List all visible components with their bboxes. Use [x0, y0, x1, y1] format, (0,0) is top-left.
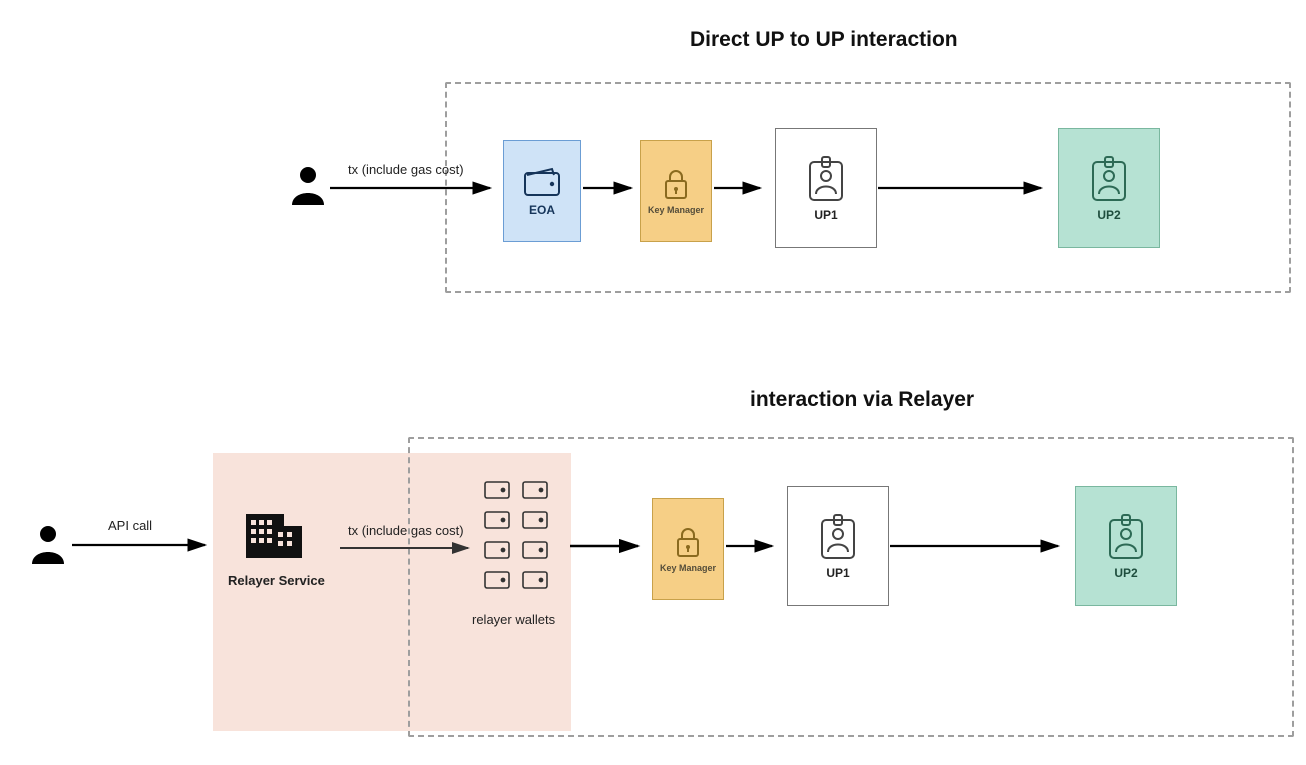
- node-up2-top: UP2: [1058, 128, 1160, 248]
- title-top: Direct UP to UP interaction: [690, 28, 958, 52]
- node-up2-label-bottom: UP2: [1114, 566, 1137, 580]
- id-badge-icon: [1087, 154, 1131, 204]
- user-icon: [30, 524, 66, 566]
- arrow-relayer-wallets: [340, 543, 480, 563]
- id-badge-icon: [804, 154, 848, 204]
- node-km-label-top: Key Manager: [648, 205, 704, 215]
- lock-icon: [673, 525, 703, 559]
- wallet-icon: [483, 478, 553, 606]
- lock-icon: [661, 167, 691, 201]
- relayer-service-label: Relayer Service: [228, 573, 325, 588]
- node-key-manager-top: Key Manager: [640, 140, 712, 242]
- node-eoa-label: EOA: [529, 203, 555, 217]
- node-km-label-bottom: Key Manager: [660, 563, 716, 573]
- arrow-km-up1-bottom: [726, 541, 784, 561]
- node-eoa: EOA: [503, 140, 581, 242]
- node-up1-label-top: UP1: [814, 208, 837, 222]
- node-up1-top: UP1: [775, 128, 877, 248]
- arrow-up1-up2-top: [878, 183, 1053, 203]
- diagram-canvas: Direct UP to UP interaction tx (include …: [0, 0, 1306, 765]
- node-up2-bottom: UP2: [1075, 486, 1177, 606]
- relayer-wallets-label: relayer wallets: [472, 612, 555, 627]
- building-icon: [244, 508, 306, 566]
- arrow-wallets-km: [570, 541, 650, 561]
- node-up1-bottom: UP1: [787, 486, 889, 606]
- node-up1-label-bottom: UP1: [826, 566, 849, 580]
- id-badge-icon: [1104, 512, 1148, 562]
- user-icon: [290, 165, 326, 207]
- wallet-icon: [522, 165, 562, 199]
- arrow-km-up1-top: [714, 183, 772, 203]
- tx-label-bottom: tx (include gas cost): [348, 523, 464, 538]
- title-bottom: interaction via Relayer: [750, 388, 974, 412]
- api-call-label: API call: [108, 518, 152, 533]
- node-key-manager-bottom: Key Manager: [652, 498, 724, 600]
- tx-label-top: tx (include gas cost): [348, 162, 464, 177]
- arrow-up1-up2-bottom: [890, 541, 1070, 561]
- arrow-eoa-km: [583, 183, 643, 203]
- id-badge-icon: [816, 512, 860, 562]
- relayer-wallets-group: [483, 478, 553, 611]
- arrow-user-relayer: [72, 540, 217, 560]
- node-up2-label-top: UP2: [1097, 208, 1120, 222]
- arrow-user-eoa: [330, 183, 502, 203]
